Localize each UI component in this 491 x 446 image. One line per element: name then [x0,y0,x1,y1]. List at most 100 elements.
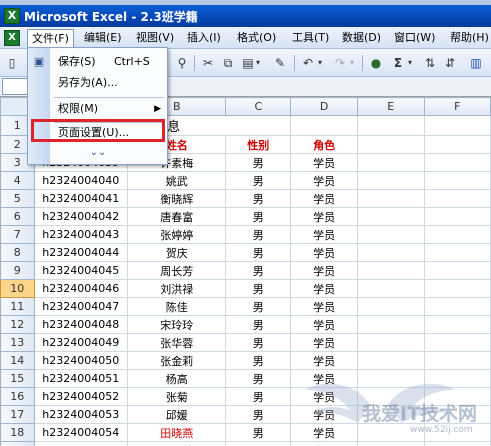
cell[interactable] [423,115,491,136]
expand-menu-chevron-icon[interactable]: ⌄⌄ [88,146,108,160]
student-name-cell[interactable]: 田晓燕 [127,423,227,442]
student-id-cell[interactable]: h2324004043 [33,225,129,244]
student-gender-cell[interactable]: 男 [225,351,292,370]
student-id-cell[interactable]: h2324004044 [33,243,129,262]
row-header[interactable]: 4 [0,171,35,190]
cell[interactable] [357,441,425,446]
student-name-cell[interactable]: 周长芳 [127,261,227,280]
cell[interactable] [423,189,491,208]
header-gender-cell[interactable]: 性别 [225,135,292,154]
student-id-cell[interactable]: h2324004048 [33,315,129,334]
cell[interactable] [423,369,491,388]
menu-window[interactable]: 窗口(W) [390,29,439,47]
student-gender-cell[interactable]: 男 [225,423,292,442]
student-gender-cell[interactable]: 男 [225,369,292,388]
student-name-cell[interactable]: 贺庆 [127,243,227,262]
cell[interactable] [423,315,491,334]
row-header[interactable]: 16 [0,387,35,406]
cell[interactable] [423,135,491,154]
cell[interactable] [423,351,491,370]
cell[interactable] [357,225,425,244]
cell[interactable] [357,171,425,190]
cell[interactable] [357,153,425,172]
cell[interactable] [357,243,425,262]
student-name-cell[interactable]: 杨高 [127,369,227,388]
student-id-cell[interactable]: h2324004042 [33,207,129,226]
student-name-cell[interactable]: 张婷婷 [127,225,227,244]
student-id-cell[interactable]: h2324004047 [33,297,129,316]
format-painter-icon[interactable]: ✎ [270,52,290,74]
cell[interactable] [357,115,425,136]
row-header[interactable]: 12 [0,315,35,334]
row-header[interactable]: 10 [0,279,35,298]
row-header[interactable]: 15 [0,369,35,388]
student-id-cell[interactable]: h2324004053 [33,405,129,424]
cell[interactable] [357,423,425,442]
student-gender-cell[interactable]: 男 [225,207,292,226]
cell[interactable] [423,279,491,298]
row-header[interactable]: 6 [0,207,35,226]
cell[interactable] [423,423,491,442]
cell[interactable] [423,441,491,446]
row-header[interactable]: 9 [0,261,35,280]
menu-insert[interactable]: 插入(I) [183,29,225,47]
column-header-d[interactable]: D [290,97,359,116]
hyperlink-icon[interactable]: ● [366,52,386,74]
student-name-cell[interactable]: 张翠萍 [127,441,227,446]
student-role-cell[interactable]: 学员 [290,333,359,352]
cell[interactable] [423,225,491,244]
paste-dropdown-icon[interactable]: ▾ [252,52,264,74]
excel-app-icon[interactable]: X [4,8,20,24]
student-gender-cell[interactable]: 男 [225,405,292,424]
student-id-cell[interactable]: h2324004051 [33,369,129,388]
cell[interactable] [357,207,425,226]
student-id-cell[interactable]: h2324004049 [33,333,129,352]
row-header[interactable]: 13 [0,333,35,352]
student-gender-cell[interactable]: 男 [225,261,292,280]
cell[interactable] [423,261,491,280]
student-role-cell[interactable]: 学员 [290,369,359,388]
student-name-cell[interactable]: 姚武 [127,171,227,190]
sort-ascending-icon[interactable]: ⇅ [420,52,440,74]
sort-descending-icon[interactable]: ⇵ [440,52,460,74]
header-role-cell[interactable]: 角色 [290,135,359,154]
student-name-cell[interactable]: 唐春富 [127,207,227,226]
cell[interactable] [357,387,425,406]
student-role-cell[interactable]: 学员 [290,315,359,334]
menu-item-save-as[interactable]: 另存为(A)... [28,73,167,93]
cell[interactable] [357,333,425,352]
student-id-cell[interactable]: h2324004040 [33,171,129,190]
student-role-cell[interactable]: 学员 [290,351,359,370]
cell[interactable] [423,243,491,262]
cell[interactable] [290,115,359,136]
cell[interactable] [423,387,491,406]
copy-icon[interactable]: ⧉ [218,52,238,74]
student-name-cell[interactable]: 邱媛 [127,405,227,424]
student-name-cell[interactable]: 张金莉 [127,351,227,370]
student-id-cell[interactable]: h2324004041 [33,189,129,208]
cell[interactable] [357,405,425,424]
column-header-e[interactable]: E [357,97,425,116]
student-role-cell[interactable]: 学员 [290,189,359,208]
menu-file[interactable]: 文件(F) [27,29,74,47]
student-id-cell[interactable]: h2324004046 [33,279,129,298]
student-name-cell[interactable]: 刘洪禄 [127,279,227,298]
student-role-cell[interactable]: 学员 [290,423,359,442]
cell[interactable] [357,297,425,316]
student-gender-cell[interactable]: 男 [225,333,292,352]
menu-view[interactable]: 视图(V) [132,29,178,47]
student-id-cell[interactable]: h2324004055 [33,441,129,446]
cell[interactable] [423,297,491,316]
menu-format[interactable]: 格式(O) [233,29,280,47]
student-role-cell[interactable]: 学员 [290,207,359,226]
student-gender-cell[interactable]: 男 [225,243,292,262]
menu-data[interactable]: 数据(D) [338,29,385,47]
student-name-cell[interactable]: 陈佳 [127,297,227,316]
cell[interactable] [423,153,491,172]
student-gender-cell[interactable]: 男 [225,315,292,334]
menu-tools[interactable]: 工具(T) [288,29,333,47]
student-id-cell[interactable]: h2324004054 [33,423,129,442]
student-name-cell[interactable]: 宋玲玲 [127,315,227,334]
student-gender-cell[interactable]: 男 [225,279,292,298]
cut-icon[interactable]: ✂ [198,52,218,74]
